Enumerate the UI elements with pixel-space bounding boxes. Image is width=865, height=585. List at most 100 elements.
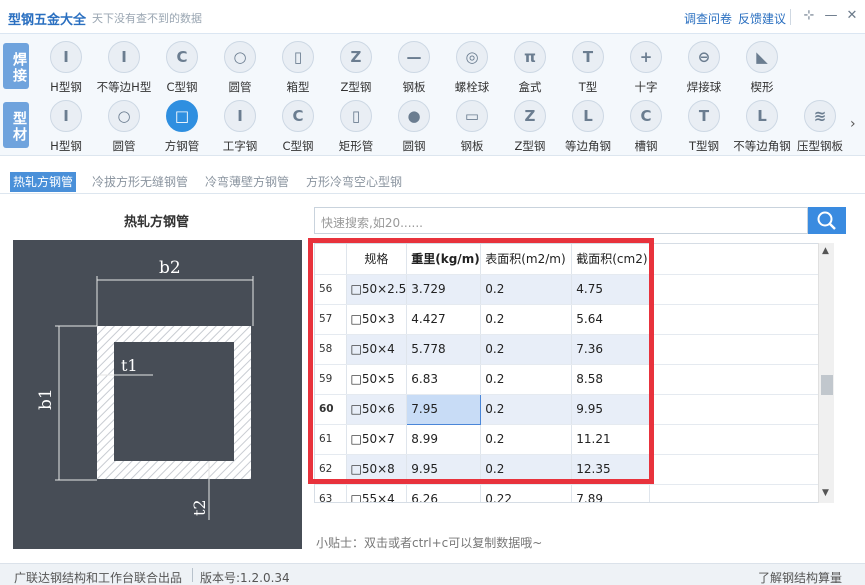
cell-area[interactable]: 9.95 bbox=[571, 394, 651, 425]
cell-area[interactable]: 4.75 bbox=[571, 274, 651, 305]
table-row[interactable]: 57 □50×3 4.427 0.2 5.64 bbox=[315, 304, 820, 335]
weld-tool-1[interactable]: I 不等边H型 bbox=[95, 41, 153, 97]
cell-weight[interactable]: 4.427 bbox=[406, 304, 482, 335]
subtab-cold-bent-thin[interactable]: 冷弯薄壁方钢管 bbox=[202, 172, 292, 192]
weld-tool-6[interactable]: — 钢板 bbox=[385, 41, 443, 97]
cell-weight[interactable]: 9.95 bbox=[406, 454, 482, 485]
cell-area[interactable]: 11.21 bbox=[571, 424, 651, 455]
data-table[interactable]: 规格 重里(kg/m) 表面积(m2/m) 截面积(cm2) 56 □50×2.5… bbox=[314, 243, 834, 503]
cell-spec[interactable]: □50×5 bbox=[346, 364, 408, 395]
minimize-icon[interactable]: — bbox=[822, 6, 840, 26]
weld-tool-11[interactable]: ⊖ 焊接球 bbox=[675, 41, 733, 97]
row-number[interactable]: 61 bbox=[315, 424, 347, 455]
row-number[interactable]: 60 bbox=[315, 394, 347, 425]
feedback-link[interactable]: 反馈建议 bbox=[738, 10, 786, 27]
weld-tool-8[interactable]: π 盒式 bbox=[501, 41, 559, 97]
learn-more-link[interactable]: 了解钢结构算量 bbox=[758, 569, 842, 585]
table-row[interactable]: 61 □50×7 8.99 0.2 11.21 bbox=[315, 424, 820, 455]
profile-shape-icon: L bbox=[572, 100, 604, 132]
cell-area[interactable]: 7.89 bbox=[571, 484, 651, 502]
table-row[interactable]: 59 □50×5 6.83 0.2 8.58 bbox=[315, 364, 820, 395]
col-header-area[interactable]: 截面积(cm2) bbox=[571, 244, 651, 275]
vertical-scrollbar[interactable]: ▲ ▼ bbox=[818, 243, 834, 503]
cell-spec[interactable]: □50×3 bbox=[346, 304, 408, 335]
profile-tool-12[interactable]: L 不等边角钢 bbox=[733, 100, 791, 156]
cell-surface[interactable]: 0.2 bbox=[480, 394, 573, 425]
profile-tool-9[interactable]: L 等边角钢 bbox=[559, 100, 617, 156]
cell-spec[interactable]: □50×2.5 bbox=[346, 274, 408, 305]
cell-weight[interactable]: 8.99 bbox=[406, 424, 482, 455]
cell-area[interactable]: 12.35 bbox=[571, 454, 651, 485]
cell-weight[interactable]: 5.778 bbox=[406, 334, 482, 365]
table-row[interactable]: 62 □50×8 9.95 0.2 12.35 bbox=[315, 454, 820, 485]
cell-weight[interactable]: 6.26 bbox=[406, 484, 482, 502]
search-button[interactable] bbox=[808, 207, 846, 234]
cell-spec[interactable]: □50×8 bbox=[346, 454, 408, 485]
table-row[interactable]: 60 □50×6 7.95 0.2 9.95 bbox=[315, 393, 820, 425]
weld-tool-0[interactable]: I H型钢 bbox=[37, 41, 95, 97]
cell-spec[interactable]: □50×7 bbox=[346, 424, 408, 455]
cell-surface[interactable]: 0.22 bbox=[480, 484, 573, 502]
cell-surface[interactable]: 0.2 bbox=[480, 334, 573, 365]
profile-tool-6[interactable]: ● 圆钢 bbox=[385, 100, 443, 156]
table-row[interactable]: 58 □50×4 5.778 0.2 7.36 bbox=[315, 334, 820, 365]
weld-tool-10[interactable]: + 十字 bbox=[617, 41, 675, 97]
pin-icon[interactable]: ⊹ bbox=[800, 6, 818, 26]
cell-surface[interactable]: 0.2 bbox=[480, 454, 573, 485]
search-input[interactable]: 快速搜索,如20...... bbox=[314, 207, 808, 234]
chevron-right-icon[interactable]: › bbox=[850, 116, 856, 132]
col-header-surface[interactable]: 表面积(m2/m) bbox=[480, 244, 573, 275]
profile-tool-13[interactable]: ≋ 压型钢板 bbox=[791, 100, 849, 156]
tool-label: C型钢 bbox=[282, 139, 314, 153]
profile-tool-4[interactable]: C C型钢 bbox=[269, 100, 327, 156]
profile-tool-11[interactable]: T T型钢 bbox=[675, 100, 733, 156]
profile-tool-0[interactable]: I H型钢 bbox=[37, 100, 95, 156]
profile-tool-1[interactable]: ○ 圆管 bbox=[95, 100, 153, 156]
weld-tool-12[interactable]: ◣ 楔形 bbox=[733, 41, 791, 97]
weld-tool-2[interactable]: C C型钢 bbox=[153, 41, 211, 97]
weld-tool-9[interactable]: T T型 bbox=[559, 41, 617, 97]
weld-tool-5[interactable]: Z Z型钢 bbox=[327, 41, 385, 97]
survey-link[interactable]: 调查问卷 bbox=[684, 10, 732, 27]
subtab-cold-drawn[interactable]: 冷拔方形无缝钢管 bbox=[89, 172, 191, 192]
weld-tool-4[interactable]: ▯ 箱型 bbox=[269, 41, 327, 97]
scroll-down-icon[interactable]: ▼ bbox=[822, 488, 829, 498]
col-header-weight[interactable]: 重里(kg/m) bbox=[406, 244, 482, 275]
profile-tool-7[interactable]: ▭ 钢板 bbox=[443, 100, 501, 156]
profile-tool-2[interactable]: □ 方钢管 bbox=[153, 100, 211, 156]
profile-tool-5[interactable]: ▯ 矩形管 bbox=[327, 100, 385, 156]
row-number[interactable]: 56 bbox=[315, 274, 347, 305]
cell-weight[interactable]: 7.95 bbox=[406, 393, 482, 425]
cell-spec[interactable]: □50×6 bbox=[346, 394, 408, 425]
cell-surface[interactable]: 0.2 bbox=[480, 364, 573, 395]
profile-tool-10[interactable]: C 槽钢 bbox=[617, 100, 675, 156]
cell-area[interactable]: 7.36 bbox=[571, 334, 651, 365]
scroll-up-icon[interactable]: ▲ bbox=[822, 246, 829, 256]
row-number[interactable]: 62 bbox=[315, 454, 347, 485]
cell-area[interactable]: 8.58 bbox=[571, 364, 651, 395]
cell-surface[interactable]: 0.2 bbox=[480, 274, 573, 305]
row-number[interactable]: 63 bbox=[315, 484, 347, 502]
table-row[interactable]: 63 □55×4 6.26 0.22 7.89 bbox=[315, 484, 820, 502]
cell-spec[interactable]: □50×4 bbox=[346, 334, 408, 365]
row-number[interactable]: 58 bbox=[315, 334, 347, 365]
profile-tool-8[interactable]: Z Z型钢 bbox=[501, 100, 559, 156]
cell-area[interactable]: 5.64 bbox=[571, 304, 651, 335]
cell-surface[interactable]: 0.2 bbox=[480, 424, 573, 455]
cell-spec[interactable]: □55×4 bbox=[346, 484, 408, 502]
cell-weight[interactable]: 3.729 bbox=[406, 274, 482, 305]
profile-tool-3[interactable]: I 工字钢 bbox=[211, 100, 269, 156]
label-t2: t2 bbox=[190, 499, 209, 516]
weld-tool-3[interactable]: ○ 圆管 bbox=[211, 41, 269, 97]
weld-tool-7[interactable]: ◎ 螺栓球 bbox=[443, 41, 501, 97]
scroll-thumb[interactable] bbox=[821, 375, 833, 395]
close-icon[interactable]: ✕ bbox=[843, 6, 861, 26]
col-header-spec[interactable]: 规格 bbox=[346, 244, 408, 275]
cell-weight[interactable]: 6.83 bbox=[406, 364, 482, 395]
row-number[interactable]: 59 bbox=[315, 364, 347, 395]
cell-surface[interactable]: 0.2 bbox=[480, 304, 573, 335]
subtab-cold-bent-hollow[interactable]: 方形冷弯空心型钢 bbox=[303, 172, 405, 192]
table-row[interactable]: 56 □50×2.5 3.729 0.2 4.75 bbox=[315, 274, 820, 305]
subtab-hot-rolled[interactable]: 热轧方钢管 bbox=[10, 172, 77, 192]
row-number[interactable]: 57 bbox=[315, 304, 347, 335]
